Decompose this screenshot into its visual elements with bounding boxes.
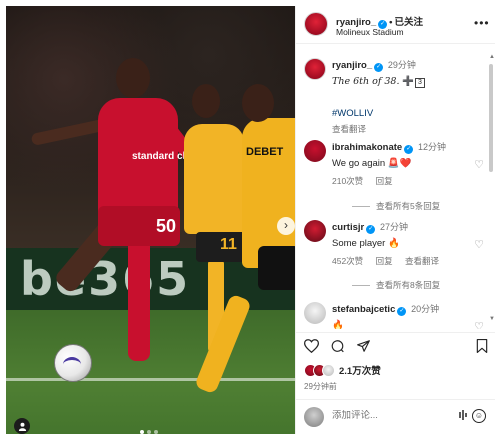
more-options-icon[interactable]: ••• [474,16,490,30]
caption-time[interactable]: 29分钟 [388,60,416,70]
gold-player-1-head [192,84,220,118]
caption: ryanjiro_ ✓ 29分钟 The 6th of 38. ➕ 3 #WOLLI… [332,58,482,135]
gold-player-1-number: 11 [220,236,237,253]
tagged-users-button[interactable] [14,418,30,434]
comment-text: We go again 🚨❤️ [332,158,412,169]
comments-scrollbar[interactable]: ▲ ▼ [489,54,495,324]
caption-username[interactable]: ryanjiro_ [332,60,372,71]
comment-avatar[interactable] [304,302,326,324]
add-comment-bar: ☺ [296,399,495,434]
send-icon[interactable] [356,339,371,356]
pitch-line [6,378,295,381]
caption-boxed-number: 3 [414,78,425,88]
comments-list: ryanjiro_ ✓ 29分钟 The 6th of 38. ➕ 3 #WOLLI… [296,48,495,329]
heart-icon[interactable] [303,339,320,356]
comment-reply-button[interactable]: 回复 [376,256,393,266]
comment-translate-link[interactable]: 查看翻译 [405,256,439,266]
carousel-dot [140,430,144,434]
current-user-avatar [304,407,324,427]
comment-text: 🔥 [332,320,344,329]
football [54,344,92,382]
comment-avatar[interactable] [304,140,326,162]
comment-icon[interactable] [330,339,345,356]
comment-text: Some player 🔥 [332,238,400,249]
comment-meta: 452次赞 回复 查看翻译 [332,255,492,267]
gold-player-2-shorts [258,246,295,290]
verified-badge-icon: ✓ [397,307,407,316]
emoji-icon[interactable]: ☺ [472,409,486,423]
comment-item: ibrahimakonate ✓ 12分钟 We go again 🚨❤️ 210… [332,140,492,187]
carousel-dots [140,430,158,434]
pitch [6,310,295,434]
gold-player-2-head [242,84,274,122]
caption-hashtag[interactable]: #WOLLIV [332,108,482,119]
scroll-thumb[interactable] [489,64,493,172]
post-location[interactable]: Molineux Stadium [336,27,404,37]
voice-icon[interactable] [458,409,468,424]
comment-like-heart-icon[interactable]: ♡ [474,320,484,329]
comment-username[interactable]: ibrahimakonate [332,142,402,153]
scroll-down-arrow-icon[interactable]: ▼ [489,316,495,322]
verified-badge-icon: ✓ [404,145,414,154]
comment-avatar[interactable] [304,220,326,242]
caption-plus-emoji: ➕ [402,76,414,87]
view-replies-link[interactable]: 查看所有8条回复 [352,279,440,291]
view-replies-link[interactable]: 查看所有5条回复 [352,200,440,212]
liker-avatar [322,363,335,377]
red-player-head [116,58,150,98]
comment-username[interactable]: curtisjr [332,222,364,233]
bookmark-icon[interactable] [476,339,488,356]
likes-count[interactable]: 2.1万次赞 [339,363,381,377]
comment-meta: 210次赞 回复 [332,175,492,187]
gold-player-1-torso [184,124,244,234]
comment-time[interactable]: 20分钟 [411,304,439,314]
caption-text-line: The 6th of 38. ➕ 3 [332,76,482,88]
comment-time[interactable]: 12分钟 [418,142,446,152]
caption-text: The 6th of 38. [332,76,400,87]
post-side-panel: ryanjiro_ ✓ • 已关注 Molineux Stadium ••• ryan… [295,6,495,434]
verified-badge-icon: ✓ [366,225,376,234]
gold-shirt-sponsor: DEBET [246,146,284,158]
carousel-dot [147,430,151,434]
comment-item: stefanbajcetic ✓ 20分钟 🔥 ♡ [332,302,492,329]
comment-likes[interactable]: 210次赞 [332,176,363,186]
comment-time[interactable]: 27分钟 [380,222,408,232]
comment-item: curtisjr ✓ 27分钟 Some player 🔥 452次赞 回复 查看… [332,220,492,267]
post-media[interactable]: be365 standard chartered 50 11 DEBET › [6,6,295,434]
caption-translate-link[interactable]: 查看翻译 [332,123,482,135]
carousel-next-button[interactable]: › [277,217,295,235]
likes-summary[interactable]: 2.1万次赞 [304,363,381,377]
comment-reply-button[interactable]: 回复 [376,176,393,186]
comment-input[interactable] [332,410,452,421]
instagram-post-window: be365 standard chartered 50 11 DEBET › r… [0,0,500,440]
post-header: ryanjiro_ ✓ • 已关注 Molineux Stadium ••• [296,6,495,44]
red-shirt-number: 50 [156,216,177,236]
verified-badge-icon: ✓ [374,63,384,72]
comment-like-heart-icon[interactable]: ♡ [474,238,484,251]
comment-likes[interactable]: 452次赞 [332,256,363,266]
comment-username[interactable]: stefanbajcetic [332,304,395,315]
carousel-dot [154,430,158,434]
caption-avatar[interactable] [304,58,326,80]
advertising-board-text: be365 [20,252,191,306]
person-icon [18,422,26,432]
post-timestamp[interactable]: 29分钟前 [304,381,337,392]
scroll-up-arrow-icon[interactable]: ▲ [489,54,495,60]
author-avatar[interactable] [304,12,328,36]
comment-like-heart-icon[interactable]: ♡ [474,158,484,171]
